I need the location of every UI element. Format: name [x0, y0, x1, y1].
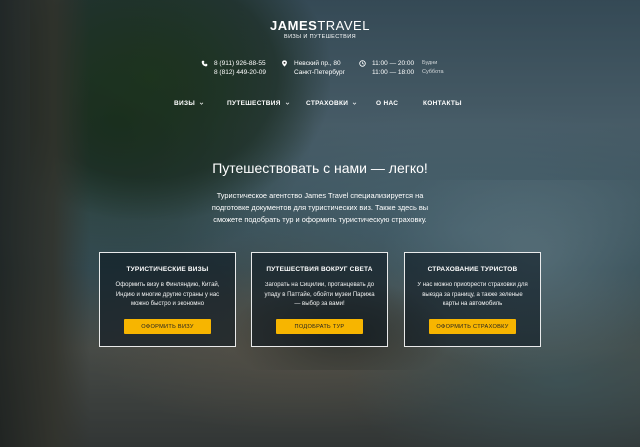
hero-title: Путешествовать с нами — легко!: [212, 160, 428, 176]
days-saturday: Суббота: [422, 69, 444, 75]
contact-hours: 11:00 — 20:00 11:00 — 18:00 Будни Суббот…: [358, 59, 444, 77]
hours-weekdays: 11:00 — 20:00: [372, 60, 415, 67]
card-title: СТРАХОВАНИЕ ТУРИСТОВ: [427, 266, 518, 273]
nav-item-about[interactable]: О НАС: [376, 100, 398, 107]
phone-icon: [200, 59, 208, 68]
card-travel: ПУТЕШЕСТВИЯ ВОКРУГ СВЕТА Загорать на Сиц…: [251, 252, 388, 347]
logo[interactable]: JAMESTRAVEL ВИЗЫ И ПУТЕШЕСТВИЯ: [0, 18, 640, 40]
hero-description: Туристическое агентство James Travel спе…: [211, 191, 429, 224]
card-text: Оформить визу в Финляндию, Китай, Индию …: [115, 282, 220, 307]
order-visa-button[interactable]: ОФОРМИТЬ ВИЗУ: [124, 319, 211, 334]
chevron-down-icon: [199, 101, 204, 106]
card-text: У нас можно приобрести страховки для вые…: [417, 282, 528, 307]
location-pin-icon: [280, 59, 288, 68]
nav-item-travel[interactable]: ПУТЕШЕСТВИЯ: [227, 100, 290, 107]
find-tour-button[interactable]: ПОДОБРАТЬ ТУР: [276, 319, 363, 334]
days-weekdays: Будни: [422, 60, 438, 66]
card-insurance: СТРАХОВАНИЕ ТУРИСТОВ У нас можно приобре…: [404, 252, 541, 347]
contact-address: Невский пр., 80 Санкт-Петербург: [280, 59, 358, 77]
chevron-down-icon: [352, 101, 357, 106]
address-line-1: Невский пр., 80: [294, 60, 341, 67]
chevron-down-icon: [285, 101, 290, 106]
nav-item-insurance[interactable]: СТРАХОВКИ: [306, 100, 357, 107]
order-insurance-button[interactable]: ОФОРМИТЬ СТРАХОВКУ: [429, 319, 516, 334]
card-text: Загорать на Сицилии, протанцевать до упа…: [264, 282, 375, 307]
logo-name: JAMESTRAVEL: [270, 18, 370, 33]
nav-item-visas[interactable]: ВИЗЫ: [174, 100, 204, 107]
logo-tagline: ВИЗЫ И ПУТЕШЕСТВИЯ: [284, 34, 356, 40]
nav-item-contacts[interactable]: КОНТАКТЫ: [423, 100, 462, 107]
card-title: ТУРИСТИЧЕСКИЕ ВИЗЫ: [126, 266, 209, 273]
address-line-2: Санкт-Петербург: [294, 69, 345, 76]
phone-number-2[interactable]: 8 (812) 449-20-09: [214, 68, 266, 77]
card-visas: ТУРИСТИЧЕСКИЕ ВИЗЫ Оформить визу в Финля…: [99, 252, 236, 347]
phone-number-1[interactable]: 8 (911) 926-88-55: [214, 59, 266, 68]
contact-phones: 8 (911) 926-88-55 8 (812) 449-20-09: [200, 59, 280, 77]
main-nav: ВИЗЫ ПУТЕШЕСТВИЯ СТРАХОВКИ О НАС КОНТАКТ…: [0, 100, 640, 112]
card-title: ПУТЕШЕСТВИЯ ВОКРУГ СВЕТА: [266, 266, 373, 273]
clock-icon: [358, 59, 366, 68]
header-contacts: 8 (911) 926-88-55 8 (812) 449-20-09 Невс…: [200, 59, 444, 77]
hours-saturday: 11:00 — 18:00: [372, 69, 415, 76]
